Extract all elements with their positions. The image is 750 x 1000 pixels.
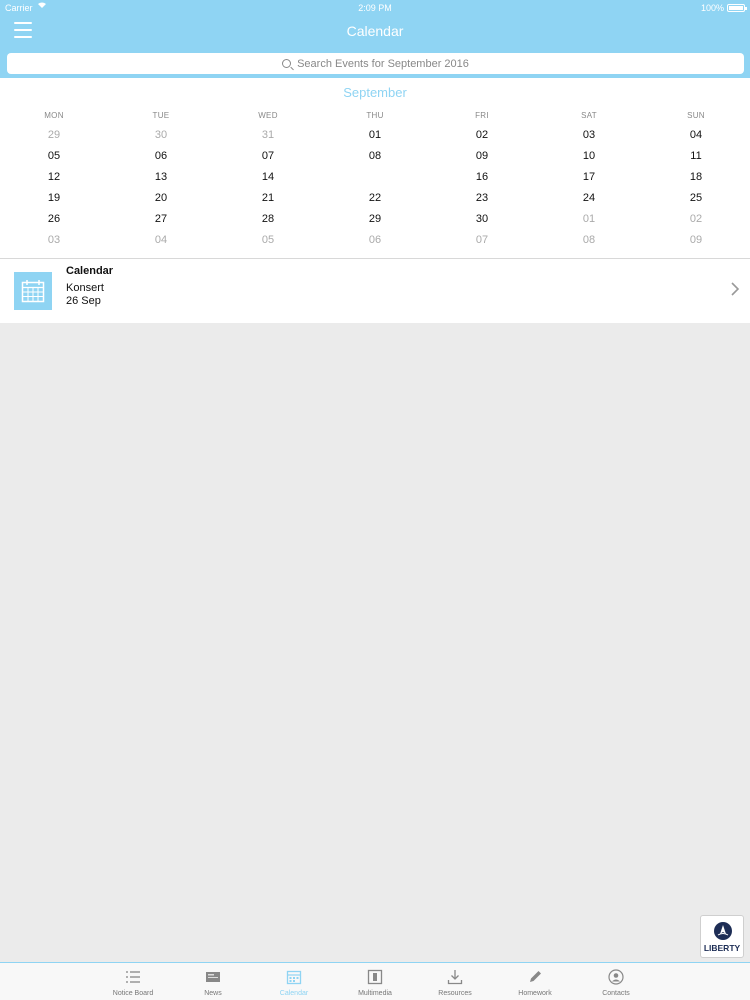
calendar-day[interactable]: 11 [676, 146, 716, 166]
calendar-day[interactable]: 18 [676, 167, 716, 187]
calendar-day[interactable]: 02 [676, 209, 716, 229]
calendar-day[interactable]: 07 [248, 146, 288, 166]
calendar-day[interactable]: 09 [462, 146, 502, 166]
status-time: 2:09 PM [358, 3, 392, 13]
chevron-right-icon [731, 282, 740, 296]
weekday-label: TUE [152, 111, 170, 120]
tab-bar: Notice Board News Calendar Multimedia Resour… [0, 962, 750, 1000]
calendar-day[interactable]: 09 [676, 230, 716, 250]
tab-label: Multimedia [358, 990, 392, 997]
tab-label: Notice Board [112, 990, 154, 997]
calendar-day[interactable]: 03 [34, 230, 74, 250]
calendar-day[interactable]: 22 [355, 188, 395, 208]
battery-icon [727, 4, 747, 12]
calendar-day[interactable]: 30 [462, 209, 502, 229]
tab-label: News [204, 990, 222, 997]
calendar-day[interactable]: 04 [141, 230, 181, 250]
page-title: Calendar [346, 23, 404, 39]
calendar-day[interactable]: 25 [676, 188, 716, 208]
calendar-day[interactable]: 14 [248, 167, 288, 187]
calendar-day[interactable]: 29 [355, 209, 395, 229]
weekday-label: FRI [475, 111, 489, 120]
weekday-label: SUN [687, 111, 705, 120]
calendar-day[interactable]: 08 [569, 230, 609, 250]
event-category: Calendar [66, 265, 114, 277]
calendar-day[interactable]: 08 [355, 146, 395, 166]
calendar-day[interactable]: 05 [248, 230, 288, 250]
sponsor-label: LIBERTY [703, 943, 741, 953]
tab-homework[interactable]: Homework [500, 963, 570, 1000]
calendar-icon [14, 272, 52, 310]
tab-calendar[interactable]: Calendar [259, 963, 329, 1000]
calendar-day[interactable]: 19 [34, 188, 74, 208]
calendar-day[interactable]: 27 [141, 209, 181, 229]
calendar-day[interactable]: 01 [569, 209, 609, 229]
calendar-day[interactable]: 03 [569, 125, 609, 145]
weekday-label: WED [258, 111, 278, 120]
calendar-day[interactable]: 31 [248, 125, 288, 145]
calendar-day[interactable]: 17 [569, 167, 609, 187]
tab-label: Calendar [279, 990, 309, 997]
calendar-day[interactable]: 28 [248, 209, 288, 229]
calendar-day[interactable]: 06 [141, 146, 181, 166]
calendar-day-today[interactable]: 15 [355, 167, 395, 187]
weekday-label: MON [44, 111, 64, 120]
calendar-month-view: September MON TUE WED THU FRI SAT SUN 29 30 31 01… [0, 78, 750, 258]
calendar-day[interactable]: 07 [462, 230, 502, 250]
header-bar: Carrier 2:09 PM 100% Calendar Search Eve… [0, 0, 750, 78]
liberty-logo-icon [714, 922, 732, 940]
calendar-day[interactable]: 12 [34, 167, 74, 187]
calendar-day[interactable]: 26 [34, 209, 74, 229]
calendar-day[interactable]: 16 [462, 167, 502, 187]
calendar-day[interactable]: 04 [676, 125, 716, 145]
calendar-day[interactable]: 01 [355, 125, 395, 145]
weekday-label: THU [366, 111, 384, 120]
tab-label: Contacts [602, 990, 630, 997]
tab-news[interactable]: News [178, 963, 248, 1000]
calendar-day[interactable]: 05 [34, 146, 74, 166]
calendar-day[interactable]: 30 [141, 125, 181, 145]
tab-multimedia[interactable]: Multimedia [340, 963, 410, 1000]
tab-label: Homework [518, 990, 552, 997]
calendar-day[interactable]: 20 [141, 188, 181, 208]
calendar-day[interactable]: 23 [462, 188, 502, 208]
calendar-day[interactable]: 06 [355, 230, 395, 250]
weekday-label: SAT [581, 111, 597, 120]
search-input[interactable]: Search Events for September 2016 [7, 53, 744, 74]
status-bar: Carrier 2:09 PM 100% [0, 0, 750, 16]
tab-label: Resources [438, 990, 472, 997]
calendar-day[interactable]: 21 [248, 188, 288, 208]
sponsor-logo[interactable]: LIBERTY [700, 915, 744, 958]
calendar-day[interactable]: 10 [569, 146, 609, 166]
event-date: 26 Sep [66, 295, 101, 307]
calendar-day[interactable]: 02 [462, 125, 502, 145]
tab-notice-board[interactable]: Notice Board [98, 963, 168, 1000]
search-placeholder: Search Events for September 2016 [297, 57, 469, 70]
tab-contacts[interactable]: Contacts [581, 963, 651, 1000]
calendar-day[interactable]: 24 [569, 188, 609, 208]
month-label: September [343, 85, 407, 100]
battery-percent: 100% [700, 3, 724, 13]
event-name: Konsert [66, 282, 104, 294]
calendar-day[interactable]: 29 [34, 125, 74, 145]
tab-resources[interactable]: Resources [420, 963, 490, 1000]
calendar-day[interactable]: 13 [141, 167, 181, 187]
event-list-item[interactable]: Calendar Konsert 26 Sep [0, 259, 750, 323]
search-icon [282, 59, 292, 68]
